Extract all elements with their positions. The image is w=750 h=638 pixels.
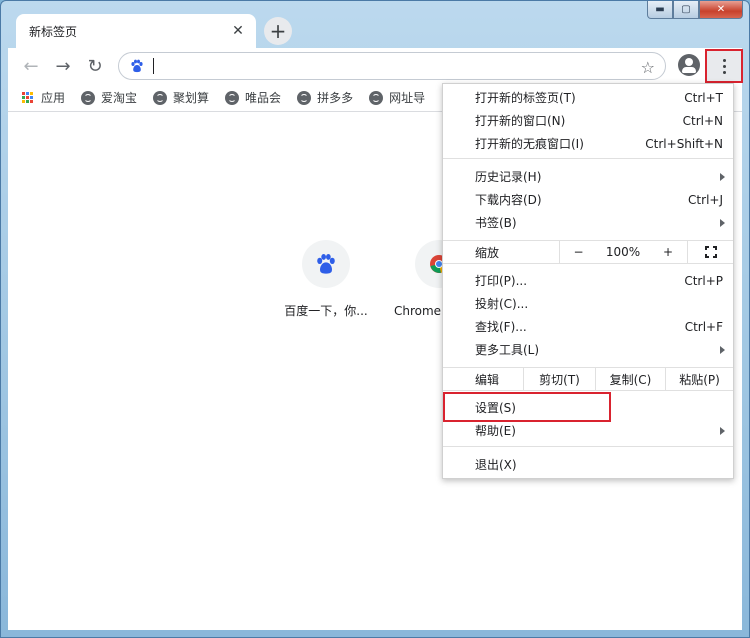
bookmark-star-icon[interactable]: ☆ [641, 58, 655, 77]
toolbar: ← → ↻ ☆ [8, 48, 743, 84]
copy-button[interactable]: 复制(C) [595, 368, 665, 390]
apps-icon [22, 92, 33, 103]
menu-item-print[interactable]: 打印(P)... Ctrl+P [443, 269, 733, 292]
menu-zoom-row: 缩放 − 100% + [443, 240, 733, 264]
bookmark-label: 聚划算 [173, 91, 210, 105]
menu-separator [443, 158, 733, 159]
cut-button[interactable]: 剪切(T) [523, 368, 595, 390]
zoom-level: 100% [605, 245, 641, 259]
bookmark-juhuasuan[interactable]: 聚划算 [153, 89, 209, 106]
tab-title: 新标签页 [29, 24, 78, 39]
globe-icon [153, 90, 168, 105]
menu-item-label: 打开新的标签页(T) [475, 91, 576, 105]
menu-item-label: 投射(C)... [475, 297, 529, 311]
bookmark-label: 拼多多 [317, 91, 354, 105]
zoom-in-button[interactable]: + [649, 241, 687, 263]
baidu-icon [129, 58, 145, 74]
edit-label: 编辑 [475, 372, 500, 387]
submenu-arrow-icon [720, 172, 725, 181]
menu-item-label: 退出(X) [475, 458, 517, 472]
fullscreen-icon [704, 246, 717, 258]
menu-item-find[interactable]: 查找(F)... Ctrl+F [443, 315, 733, 338]
chrome-main-menu: 打开新的标签页(T) Ctrl+T 打开新的窗口(N) Ctrl+N 打开新的无… [442, 83, 734, 479]
shortcut-label: 百度一下，你... [284, 304, 368, 318]
zoom-label: 缩放 [475, 245, 500, 260]
menu-item-label: 查找(F)... [475, 320, 527, 334]
shortcut-baidu[interactable]: 百度一下，你... [276, 240, 376, 319]
more-vert-icon [722, 58, 726, 74]
menu-item-label: 历史记录(H) [475, 170, 542, 184]
globe-icon [369, 90, 384, 105]
bookmark-label: 唯品会 [245, 91, 282, 105]
menu-shortcut: Ctrl+J [688, 192, 723, 207]
reload-button[interactable]: ↻ [82, 53, 108, 79]
back-button[interactable]: ← [18, 53, 44, 79]
menu-item-new-tab[interactable]: 打开新的标签页(T) Ctrl+T [443, 86, 733, 109]
bookmark-hao123[interactable]: 网址导 [369, 89, 425, 106]
menu-item-label: 更多工具(L) [475, 343, 540, 357]
menu-edit-row: 编辑 剪切(T) 复制(C) 粘贴(P) [443, 367, 733, 391]
zoom-out-button[interactable]: − [559, 241, 597, 263]
baidu-icon [302, 240, 350, 288]
globe-icon [297, 90, 312, 105]
menu-item-history[interactable]: 历史记录(H) [443, 165, 733, 188]
new-tab-button[interactable]: + [264, 17, 292, 45]
menu-shortcut: Ctrl+N [682, 113, 723, 128]
submenu-arrow-icon [720, 426, 725, 435]
bookmark-label: 网址导 [389, 91, 426, 105]
address-bar[interactable]: ☆ [118, 52, 666, 80]
menu-item-label: 下载内容(D) [475, 193, 542, 207]
menu-item-cast[interactable]: 投射(C)... [443, 292, 733, 315]
bookmark-label: 应用 [41, 91, 66, 105]
menu-shortcut: Ctrl+P [684, 273, 723, 288]
fullscreen-button[interactable] [687, 241, 733, 263]
shortcut-label: Chrome 网上应用店 [394, 304, 448, 318]
menu-item-exit[interactable]: 退出(X) [443, 453, 733, 476]
menu-item-label: 打开新的窗口(N) [475, 114, 566, 128]
bookmark-aitaobao[interactable]: 爱淘宝 [81, 89, 137, 106]
menu-separator [443, 446, 733, 447]
menu-item-label: 打开新的无痕窗口(I) [475, 137, 584, 151]
menu-item-more-tools[interactable]: 更多工具(L) [443, 338, 733, 361]
menu-item-label: 设置(S) [475, 401, 516, 415]
globe-icon [225, 90, 240, 105]
tab-new-tab[interactable]: 新标签页 ✕ [16, 14, 256, 48]
bookmark-pinduoduo[interactable]: 拼多多 [297, 89, 353, 106]
menu-shortcut: Ctrl+Shift+N [645, 136, 723, 151]
menu-item-label: 帮助(E) [475, 424, 516, 438]
menu-item-incognito[interactable]: 打开新的无痕窗口(I) Ctrl+Shift+N [443, 132, 733, 155]
shortcut-chrome-store[interactable]: Chrome 网上应用店 [388, 240, 448, 319]
menu-shortcut: Ctrl+F [684, 319, 723, 334]
tab-strip: 新标签页 ✕ + [16, 14, 749, 48]
submenu-arrow-icon [720, 345, 725, 354]
menu-item-help[interactable]: 帮助(E) [443, 419, 733, 442]
bookmark-vipshop[interactable]: 唯品会 [225, 89, 281, 106]
tab-close-icon[interactable]: ✕ [230, 23, 246, 39]
chrome-menu-button[interactable] [705, 49, 743, 83]
menu-item-label: 打印(P)... [475, 274, 528, 288]
menu-item-label: 书签(B) [475, 216, 517, 230]
bookmark-apps[interactable]: 应用 [22, 89, 65, 106]
submenu-arrow-icon [720, 218, 725, 227]
text-caret [153, 58, 154, 74]
forward-button[interactable]: → [50, 53, 76, 79]
profile-avatar-icon[interactable] [678, 54, 700, 76]
menu-item-bookmarks[interactable]: 书签(B) [443, 211, 733, 234]
globe-icon [81, 90, 96, 105]
menu-item-new-window[interactable]: 打开新的窗口(N) Ctrl+N [443, 109, 733, 132]
bookmark-label: 爱淘宝 [101, 91, 138, 105]
menu-shortcut: Ctrl+T [684, 90, 723, 105]
menu-item-downloads[interactable]: 下载内容(D) Ctrl+J [443, 188, 733, 211]
browser-window: ▬ ▢ ✕ 新标签页 ✕ + ← → ↻ ☆ 应用 爱淘宝 聚划算 唯品会 拼多… [0, 0, 750, 638]
menu-item-settings[interactable]: 设置(S) [443, 396, 733, 419]
paste-button[interactable]: 粘贴(P) [665, 368, 733, 390]
